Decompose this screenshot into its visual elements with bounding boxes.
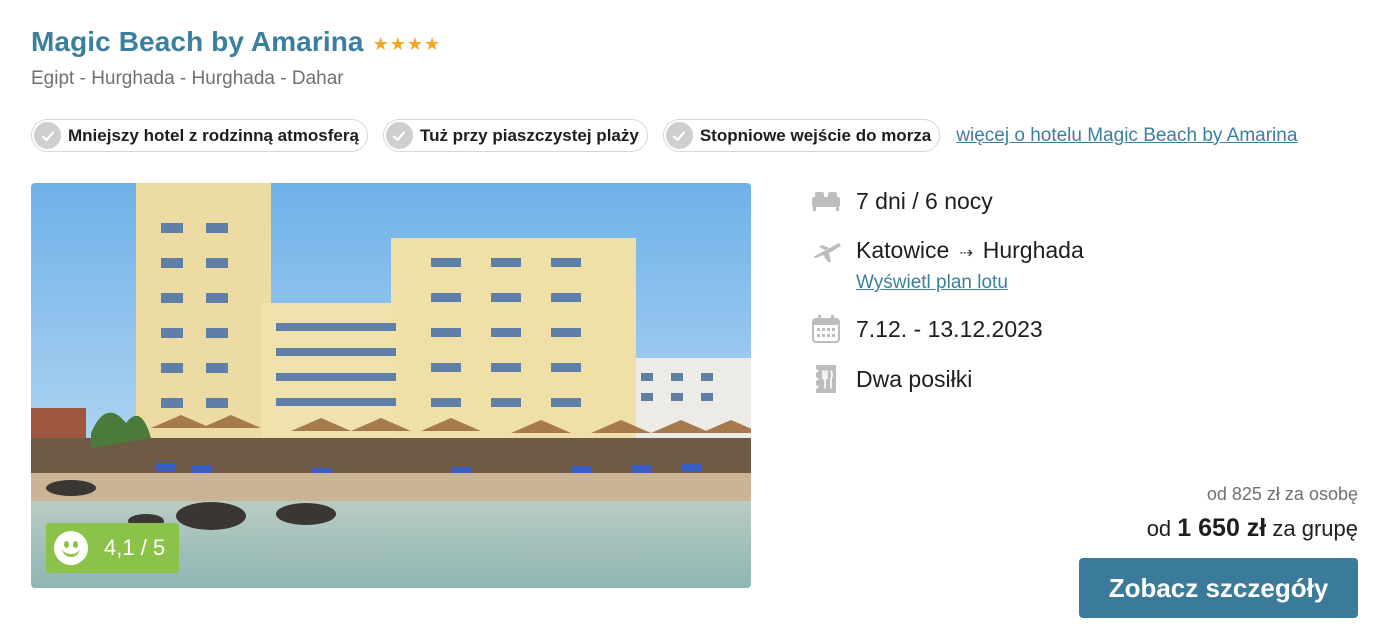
plane-icon <box>810 234 842 266</box>
bed-icon <box>810 185 842 217</box>
price-per-person: od 825 zł za osobę <box>1206 484 1358 504</box>
trip-details: 7 dni / 6 nocy Katowice ⇢ Hurghada Wyświet… <box>810 183 1084 395</box>
feature-chip: Stopniowe wejście do morza <box>662 119 941 152</box>
feature-label: Stopniowe wejście do morza <box>699 125 932 145</box>
see-details-button[interactable]: Zobacz szczegóły <box>1079 558 1358 618</box>
flight-row: Katowice ⇢ Hurghada <box>810 234 1084 270</box>
feature-label: Mniejszy hotel z rodzinną atmosferą <box>68 125 359 145</box>
star-rating: ★ ★ ★ ★ <box>373 35 441 53</box>
board-row: Dwa posiłki <box>810 363 1084 395</box>
flight-from: Katowice <box>856 237 950 263</box>
feature-chip: Tuż przy piaszczystej plaży <box>382 119 648 152</box>
check-icon <box>34 122 61 149</box>
flight-plan-link[interactable]: Wyświetl plan lotu <box>856 270 1084 296</box>
flight-to: Hurghada <box>982 237 1084 263</box>
dates-row: 7.12. - 13.12.2023 <box>810 313 1084 345</box>
check-icon <box>385 122 413 149</box>
star-icon: ★ <box>424 34 441 54</box>
hotel-photo[interactable]: 4,1 / 5 <box>31 183 751 588</box>
rating-badge: 4,1 / 5 <box>46 523 179 573</box>
star-icon: ★ <box>406 34 424 54</box>
dates-text: 7.12. - 13.12.2023 <box>856 316 1043 342</box>
calendar-icon <box>810 313 842 345</box>
star-icon: ★ <box>389 34 406 54</box>
feature-chip: Mniejszy hotel z rodzinną atmosferą <box>31 119 368 152</box>
price-per-group: od 1 650 zł za grupę <box>1147 514 1358 543</box>
feature-list: Mniejszy hotel z rodzinną atmosferą Tuż … <box>31 119 1297 152</box>
price-group-prefix: od <box>1146 516 1172 541</box>
smiley-icon <box>54 531 88 565</box>
check-icon <box>665 122 693 149</box>
duration-row: 7 dni / 6 nocy <box>810 185 1084 217</box>
hotel-offer-card: Magic Beach by Amarina ★ ★ ★ ★ Egipt - H… <box>0 0 1386 644</box>
board-text: Dwa posiłki <box>856 366 973 392</box>
duration-text: 7 dni / 6 nocy <box>856 188 993 214</box>
meal-icon <box>810 363 842 395</box>
price-box: od 825 zł za osobę od 1 650 zł za grupę <box>1147 484 1358 543</box>
rating-value: 4,1 / 5 <box>104 535 166 560</box>
star-icon: ★ <box>372 34 389 54</box>
title-row: Magic Beach by Amarina ★ ★ ★ ★ <box>31 26 440 58</box>
hotel-name[interactable]: Magic Beach by Amarina <box>31 26 364 58</box>
price-group-amount: 1 650 zł <box>1177 514 1267 542</box>
hotel-location: Egipt - Hurghada - Hurghada - Dahar <box>31 68 344 89</box>
price-group-suffix: za grupę <box>1272 516 1358 541</box>
feature-label: Tuż przy piaszczystej plaży <box>419 125 639 145</box>
arrow-right-icon: ⇢ <box>959 245 973 262</box>
more-about-hotel-link[interactable]: więcej o hotelu Magic Beach by Amarina <box>956 125 1297 147</box>
